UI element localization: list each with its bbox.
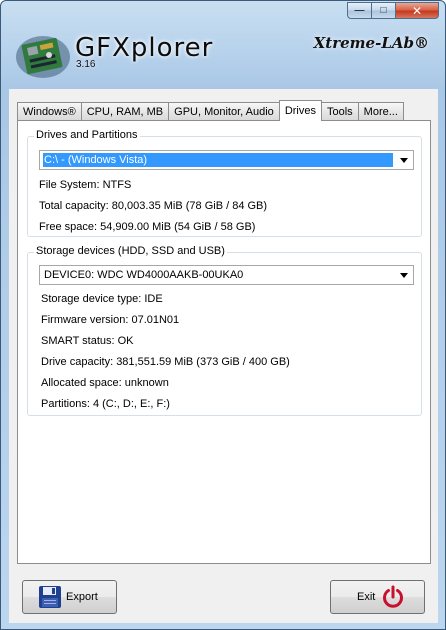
tab-windows[interactable]: Windows®: [17, 102, 82, 121]
maximize-button[interactable]: □: [371, 2, 396, 19]
storage-devices-group: Storage devices (HDD, SSD and USB) DEVIC…: [27, 245, 422, 416]
drive-capacity: Drive capacity: 381,551.59 MiB (373 GiB …: [41, 356, 290, 368]
tab-cpu-ram-mb[interactable]: CPU, RAM, MB: [80, 102, 170, 121]
total-capacity: Total capacity: 80,003.35 MiB (78 GiB / …: [39, 200, 268, 212]
exit-button-label: Exit: [357, 591, 376, 603]
app-title: GFXplorer: [75, 33, 214, 63]
tab-gpu-monitor-audio[interactable]: GPU, Monitor, Audio: [168, 102, 280, 121]
close-button[interactable]: ✕: [395, 2, 439, 19]
free-space: Free space: 54,909.00 MiB (54 GiB / 58 G…: [39, 221, 256, 233]
chevron-down-icon[interactable]: [395, 151, 413, 169]
export-button-label: Export: [66, 591, 98, 603]
firmware-version: Firmware version: 07.01N01: [41, 314, 180, 326]
storage-device-select[interactable]: DEVICE0: WDC WD4000AAKB-00UKA0: [39, 265, 414, 285]
app-window: — □ ✕ GFXplorer 3.16 Xtreme-LAb® Windows…: [0, 0, 446, 630]
motherboard-icon: [15, 33, 71, 79]
drive-select[interactable]: C:\ - (Windows Vista): [39, 150, 414, 170]
storage-device-type: Storage device type: IDE: [41, 293, 163, 305]
tab-drives[interactable]: Drives: [278, 100, 322, 121]
drives-group-title: Drives and Partitions: [34, 129, 140, 141]
partitions: Partitions: 4 (C:, D:, E:, F:): [41, 398, 170, 410]
drive-select-value: C:\ - (Windows Vista): [43, 153, 393, 167]
file-system: File System: NTFS: [39, 179, 132, 191]
minimize-button[interactable]: —: [347, 2, 372, 19]
export-button[interactable]: Export: [22, 580, 117, 614]
drives-partitions-group: Drives and Partitions C:\ - (Windows Vis…: [27, 129, 422, 237]
floppy-disk-icon: [38, 585, 62, 609]
brand-logo: Xtreme-LAb®: [313, 34, 429, 52]
storage-device-select-value: DEVICE0: WDC WD4000AAKB-00UKA0: [44, 269, 244, 281]
chevron-down-icon[interactable]: [395, 266, 413, 284]
app-version: 3.16: [76, 59, 96, 70]
power-icon: [381, 585, 405, 609]
tab-more[interactable]: More...: [357, 102, 404, 121]
tab-tools[interactable]: Tools: [320, 102, 359, 121]
exit-button[interactable]: Exit: [330, 580, 425, 614]
storage-group-title: Storage devices (HDD, SSD and USB): [34, 245, 227, 257]
allocated-space: Allocated space: unknown: [41, 377, 169, 389]
drives-tab-panel: Drives and Partitions C:\ - (Windows Vis…: [17, 120, 431, 564]
smart-status: SMART status: OK: [41, 335, 134, 347]
tab-strip: Windows® CPU, RAM, MB GPU, Monitor, Audi…: [17, 100, 404, 121]
caption-buttons: — □ ✕: [347, 2, 439, 19]
